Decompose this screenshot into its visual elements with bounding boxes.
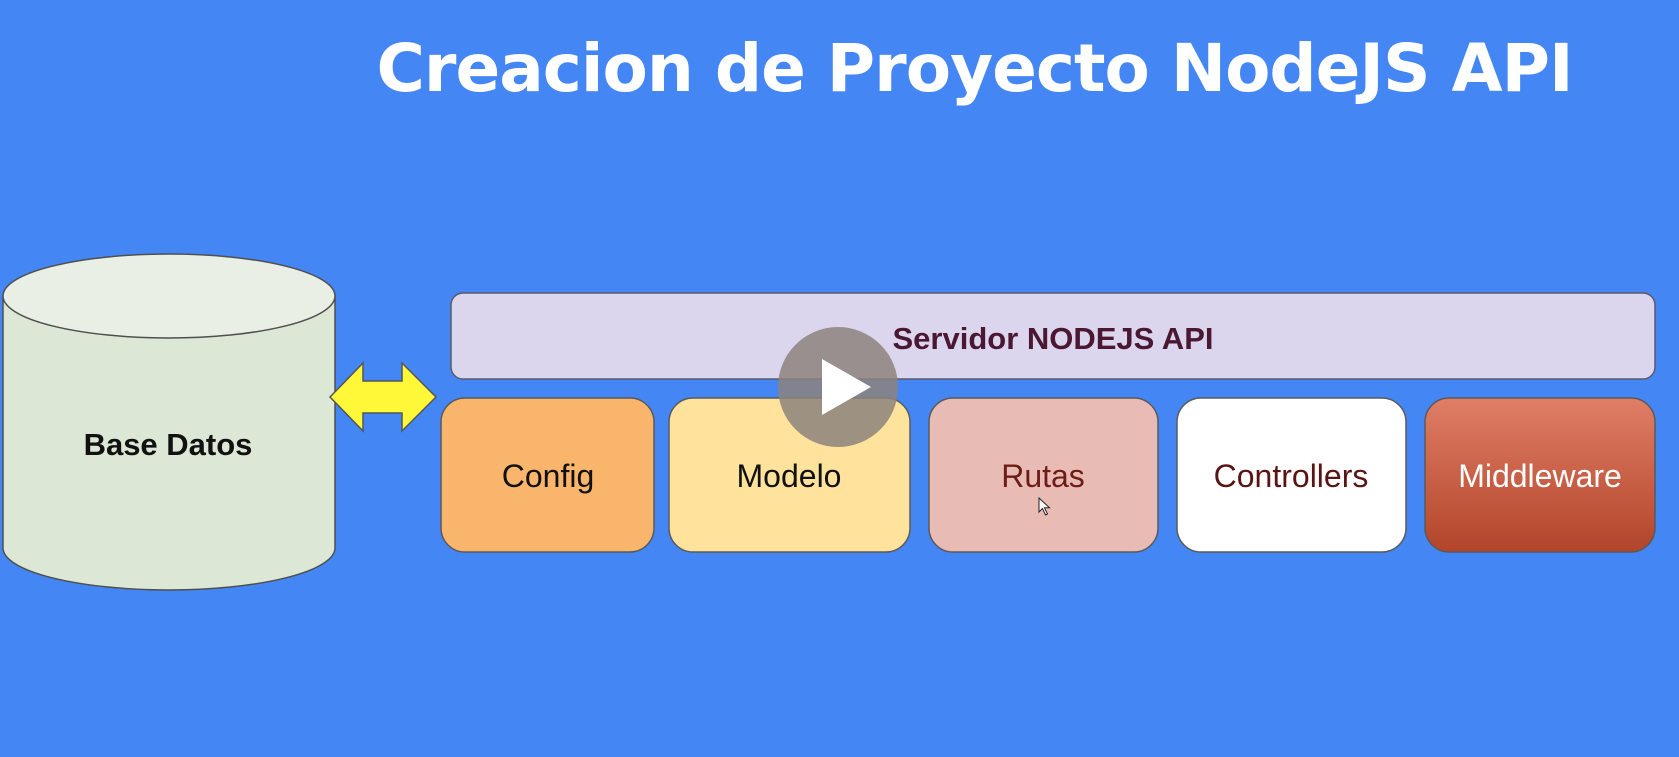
module-label-modelo: Modelo [737,458,842,494]
database-top [2,253,336,339]
module-label-controllers: Controllers [1214,458,1369,494]
module-box-config: Config [440,397,655,553]
database-label: Base Datos [84,427,253,462]
double-arrow-icon [328,361,438,433]
module-box-rutas: Rutas [928,397,1159,553]
database-cylinder: Base Datos [2,253,336,591]
play-button[interactable] [778,327,898,447]
module-label-rutas: Rutas [1001,458,1085,494]
module-box-middleware: Middleware [1424,397,1656,553]
play-icon [822,359,871,415]
server-label: Servidor NODEJS API [892,321,1213,356]
module-label-middleware: Middleware [1458,458,1622,494]
server-box: Servidor NODEJS API [450,292,1656,380]
module-box-controllers: Controllers [1176,397,1407,553]
module-label-config: Config [502,458,595,494]
mouse-pointer-icon [1038,497,1051,516]
